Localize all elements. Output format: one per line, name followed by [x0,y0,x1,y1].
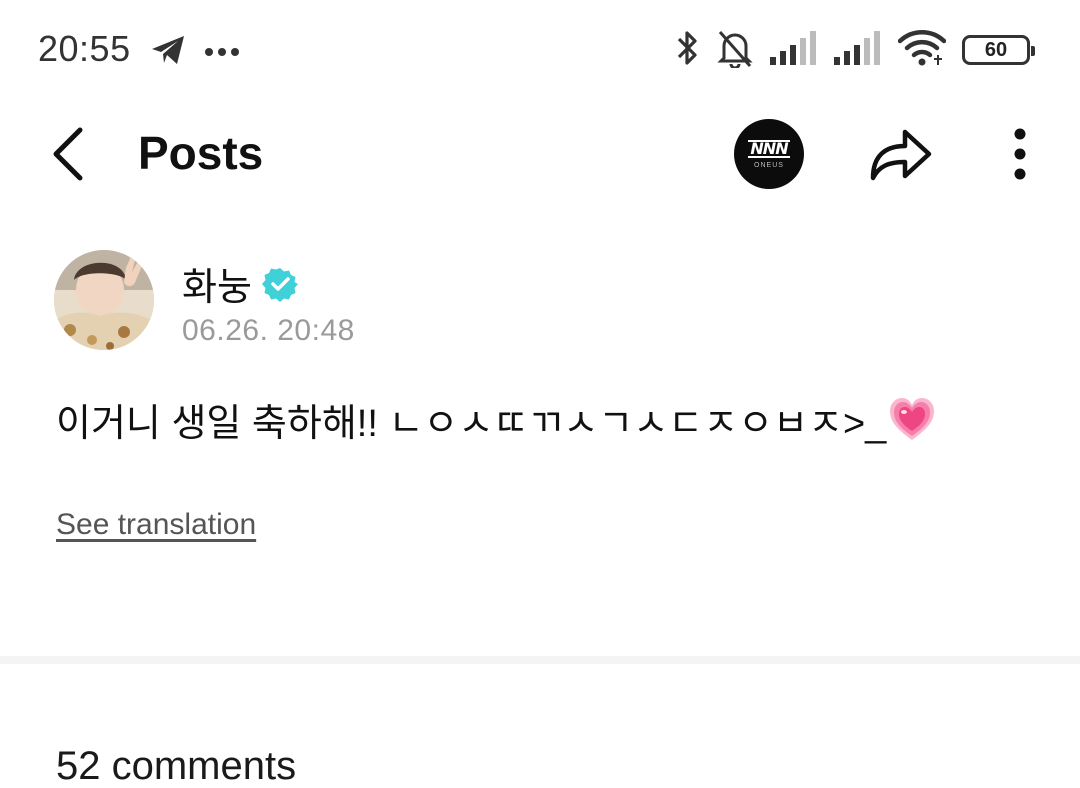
author-photo [54,250,154,350]
status-right-icons: 60 [674,28,1035,73]
battery-indicator: 60 [962,35,1035,65]
author-name[interactable]: 화눙 [182,256,252,311]
app-header: Posts NNN ONEUS [0,100,1080,210]
wifi-icon [897,29,947,72]
share-icon [870,129,932,181]
post-timestamp: 06.26. 20:48 [182,314,355,347]
channel-avatar[interactable]: NNN ONEUS [734,119,804,189]
status-bar: 20:55 60 [0,0,1080,100]
status-time: 20:55 [38,28,131,69]
page-title: Posts [138,127,264,179]
more-dots-icon [204,44,240,62]
bluetooth-icon [674,28,700,73]
chevron-left-icon [53,127,83,181]
bell-muted-icon [716,28,754,73]
back-button[interactable] [38,122,98,186]
signal-icon [834,30,882,70]
post-text: 이거니 생일 축하해!! ㄴㅇㅅㄸㄲㅅㄱㅅㄷㅈㅇㅂㅈ>_ [56,403,887,445]
see-translation-link[interactable]: See translation [56,508,256,542]
comments-count[interactable]: 52 comments [56,744,296,788]
battery-level: 60 [984,38,1008,61]
telegram-icon [150,34,186,71]
channel-logo-text: ONEUS [754,161,784,169]
verified-badge-icon [261,267,298,302]
status-left-icons [150,34,240,71]
signal-icon [770,30,818,70]
growing-heart-icon [890,397,935,440]
author-avatar[interactable] [54,250,154,350]
author-name-row: 화눙 [182,256,298,311]
channel-logo-mark: NNN [748,138,790,158]
more-options-button[interactable] [996,122,1044,186]
post-body: 이거니 생일 축하해!! ㄴㅇㅅㄸㄲㅅㄱㅅㄷㅈㅇㅂㅈ>_ [56,392,1036,447]
share-button[interactable] [864,122,936,186]
section-divider [0,656,1080,664]
more-vertical-icon [1014,128,1026,180]
